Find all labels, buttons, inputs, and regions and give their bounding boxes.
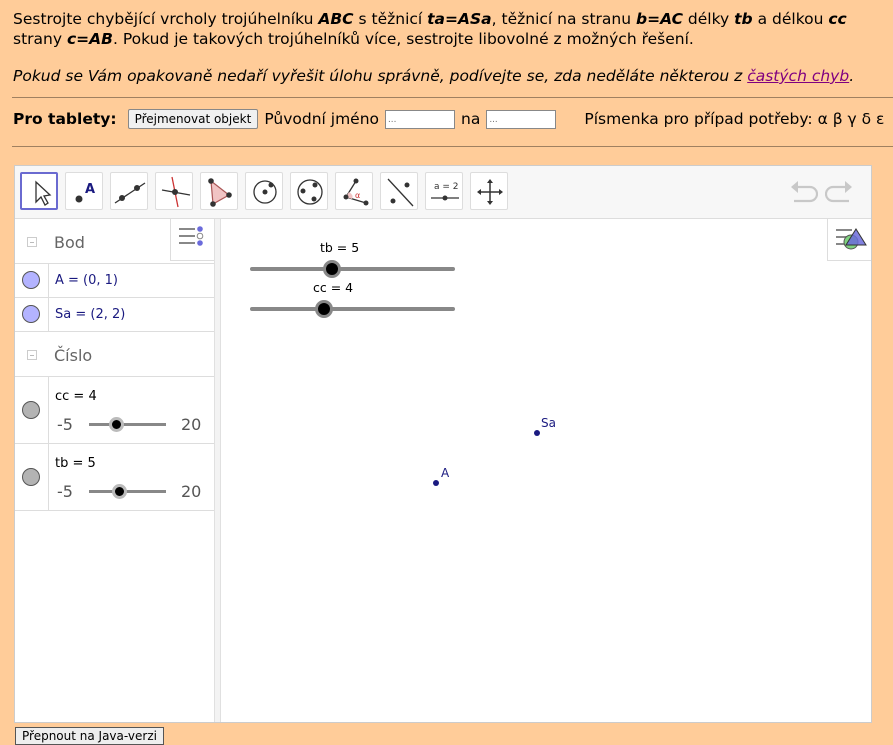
common-mistakes-link[interactable]: častých chyb	[747, 67, 849, 85]
collapse-icon[interactable]	[27, 237, 37, 247]
slider-tool-button[interactable]: a = 2	[425, 172, 463, 210]
cc-slider[interactable]: -5 20	[55, 414, 205, 434]
slider-handle[interactable]	[323, 260, 341, 278]
task-line-2: strany c=AB. Pokud je takových trojúheln…	[13, 30, 694, 48]
algebra-style-menu-icon	[179, 226, 204, 246]
algebra-item-point-a[interactable]: A = (0, 1)	[15, 264, 214, 298]
undo-icon	[791, 181, 819, 203]
tablet-bar: Pro tablety: Přejmenovat objekt Původní …	[13, 106, 884, 132]
slider-track	[89, 490, 166, 493]
move-graphics-tool-button[interactable]	[470, 172, 508, 210]
point-a-label: A	[441, 466, 450, 480]
move-cross-icon	[477, 179, 503, 205]
geogebra-applet: A α a = 2 Bod A = (0, 1) Sa = (2, 2) Čís…	[14, 165, 872, 723]
toolbar: A α a = 2	[15, 166, 871, 219]
cursor-arrow-icon	[35, 180, 52, 206]
line-icon	[114, 182, 146, 204]
svg-text:A: A	[85, 182, 95, 197]
circle-three-points-icon	[297, 179, 323, 205]
rename-object-button[interactable]: Přejmenovat objekt	[127, 109, 259, 129]
slider-min: -5	[57, 415, 73, 434]
slider-handle[interactable]	[109, 417, 125, 432]
slider-track	[89, 423, 166, 426]
group-header-numbers[interactable]: Číslo	[15, 332, 214, 377]
point-sa-definition: Sa = (2, 2)	[55, 307, 126, 322]
graphics-slider-tb[interactable]: tb = 5	[250, 240, 460, 278]
hint-note: Pokud se Vám opakovaně nedaří vyřešit úl…	[13, 67, 855, 85]
cc-definition: cc = 4	[55, 389, 97, 404]
move-tool-button[interactable]	[20, 172, 58, 210]
point-a[interactable]	[433, 480, 439, 486]
task-line-1: Sestrojte chybějící vrcholy trojúhelníku…	[13, 10, 847, 28]
slider-max: 20	[181, 482, 202, 501]
graphics-style-icon	[836, 228, 867, 250]
new-name-input[interactable]	[486, 109, 557, 129]
to-label: na	[461, 110, 481, 128]
redo-button[interactable]	[824, 178, 855, 204]
angle-icon: α	[343, 178, 369, 206]
tb-slider[interactable]: -5 20	[55, 481, 205, 501]
switch-to-java-button[interactable]: Přepnout na Java-verzi	[15, 727, 164, 745]
reflect-line-icon	[387, 178, 414, 207]
perpendicular-line-icon	[161, 176, 191, 208]
angle-tool-button[interactable]: α	[335, 172, 373, 210]
collapse-icon[interactable]	[27, 350, 37, 360]
algebra-item-cc[interactable]: cc = 4 -5 20	[15, 377, 214, 444]
reflect-tool-button[interactable]	[380, 172, 418, 210]
circle-center-tool-button[interactable]	[245, 172, 283, 210]
slider-cc-caption: cc = 4	[313, 280, 354, 295]
slider-icon: a = 2	[431, 182, 459, 201]
slider-tb-caption: tb = 5	[320, 240, 360, 255]
circle-three-points-tool-button[interactable]	[290, 172, 328, 210]
algebra-menu-button[interactable]	[170, 219, 214, 261]
line-tool-button[interactable]	[110, 172, 148, 210]
point-tool-button[interactable]: A	[65, 172, 103, 210]
undo-button[interactable]	[788, 178, 819, 204]
polygon-tool-button[interactable]	[200, 172, 238, 210]
svg-text:a = 2: a = 2	[434, 182, 459, 192]
divider-top	[12, 97, 893, 98]
point-sa[interactable]	[534, 430, 540, 436]
polygon-icon	[208, 178, 232, 207]
task-text: Sestrojte chybějící vrcholy trojúhelníku…	[13, 9, 893, 49]
circle-center-icon	[253, 180, 277, 204]
group-label-numbers: Číslo	[54, 346, 93, 365]
svg-text:α: α	[355, 191, 360, 200]
point-a-definition: A = (0, 1)	[55, 273, 119, 288]
algebra-item-tb[interactable]: tb = 5 -5 20	[15, 444, 214, 511]
graphics-view[interactable]: tb = 5 cc = 4 Sa A	[221, 219, 871, 722]
slider-min: -5	[57, 482, 73, 501]
algebra-view: Bod A = (0, 1) Sa = (2, 2) Číslo cc = 4 …	[15, 219, 214, 722]
greek-letters: Písmenka pro případ potřeby: α β γ δ ε	[584, 110, 885, 128]
graphics-slider-cc[interactable]: cc = 4	[250, 280, 460, 318]
slider-max: 20	[181, 415, 202, 434]
point-sa-label: Sa	[541, 416, 556, 430]
visibility-marble-icon[interactable]	[22, 305, 40, 323]
slider-track	[250, 267, 455, 271]
perpendicular-tool-button[interactable]	[155, 172, 193, 210]
algebra-item-point-sa[interactable]: Sa = (2, 2)	[15, 298, 214, 332]
slider-track	[250, 307, 455, 311]
original-name-label: Původní jméno	[264, 110, 380, 128]
point-icon: A	[75, 182, 95, 203]
divider-bottom	[12, 146, 893, 147]
group-label-points: Bod	[54, 233, 85, 252]
visibility-marble-icon[interactable]	[22, 401, 40, 419]
redo-icon	[824, 181, 852, 203]
slider-handle[interactable]	[112, 484, 128, 499]
visibility-marble-icon[interactable]	[22, 468, 40, 486]
tablet-label: Pro tablety:	[13, 110, 117, 128]
slider-handle[interactable]	[314, 300, 333, 318]
visibility-marble-icon[interactable]	[22, 271, 40, 289]
graphics-style-button[interactable]	[827, 219, 871, 261]
original-name-input[interactable]	[385, 109, 456, 129]
tb-definition: tb = 5	[55, 456, 96, 471]
view-splitter[interactable]	[214, 219, 221, 722]
